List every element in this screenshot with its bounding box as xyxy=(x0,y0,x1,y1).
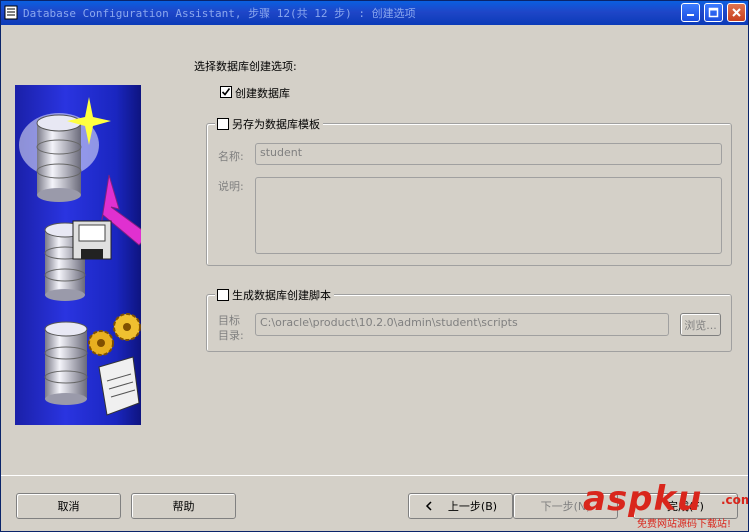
wizard-illustration xyxy=(15,85,141,425)
watermark-brand-suffix: .com xyxy=(721,493,748,507)
help-button[interactable]: 帮助 xyxy=(131,493,236,519)
dbca-window: Database Configuration Assistant, 步骤 12(… xyxy=(0,0,749,532)
page-heading: 选择数据库创建选项: xyxy=(194,60,297,73)
generate-scripts-label: 生成数据库创建脚本 xyxy=(232,289,331,302)
generate-scripts-checkbox[interactable] xyxy=(217,289,229,301)
maximize-button[interactable] xyxy=(704,3,723,22)
checkmark-icon xyxy=(221,88,231,96)
create-database-label: 创建数据库 xyxy=(235,87,290,100)
template-description-label: 说明: xyxy=(218,180,244,193)
create-database-checkbox[interactable] xyxy=(220,86,232,98)
watermark-brand: aspku xyxy=(583,479,703,519)
save-as-template-checkbox[interactable] xyxy=(217,118,229,130)
minimize-button[interactable] xyxy=(681,3,700,22)
template-name-label: 名称: xyxy=(218,150,244,163)
database-script-icon xyxy=(44,313,141,416)
app-window-icon xyxy=(4,5,18,20)
window-title: Database Configuration Assistant, 步骤 12(… xyxy=(23,7,416,20)
save-as-template-label: 另存为数据库模板 xyxy=(232,118,320,131)
watermark-tagline: 免费网站源码下载站! xyxy=(637,519,732,530)
title-bar[interactable]: Database Configuration Assistant, 步骤 12(… xyxy=(1,1,748,25)
chevron-left-icon xyxy=(425,501,432,511)
template-name-input[interactable]: student xyxy=(255,143,722,165)
close-icon xyxy=(732,8,741,17)
script-legend: 生成数据库创建脚本 xyxy=(215,287,334,303)
cancel-button[interactable]: 取消 xyxy=(16,493,121,519)
back-button[interactable]: 上一步(B) xyxy=(408,493,513,519)
database-star-icon xyxy=(36,97,111,202)
destination-label-line1: 目标 xyxy=(218,314,240,327)
browse-button[interactable]: 浏览... xyxy=(680,313,721,336)
template-legend: 另存为数据库模板 xyxy=(215,116,323,132)
watermark: aspku .com 免费网站源码下载站! xyxy=(579,475,748,531)
close-button[interactable] xyxy=(727,3,746,22)
maximize-icon xyxy=(708,7,719,18)
destination-label-line2: 目录: xyxy=(218,329,244,342)
back-button-label: 上一步(B) xyxy=(447,500,498,513)
minimize-icon xyxy=(687,14,694,16)
template-description-textarea[interactable] xyxy=(255,177,722,254)
destination-directory-input[interactable]: C:\oracle\product\10.2.0\admin\student\s… xyxy=(255,313,669,336)
database-save-icon xyxy=(44,220,112,301)
